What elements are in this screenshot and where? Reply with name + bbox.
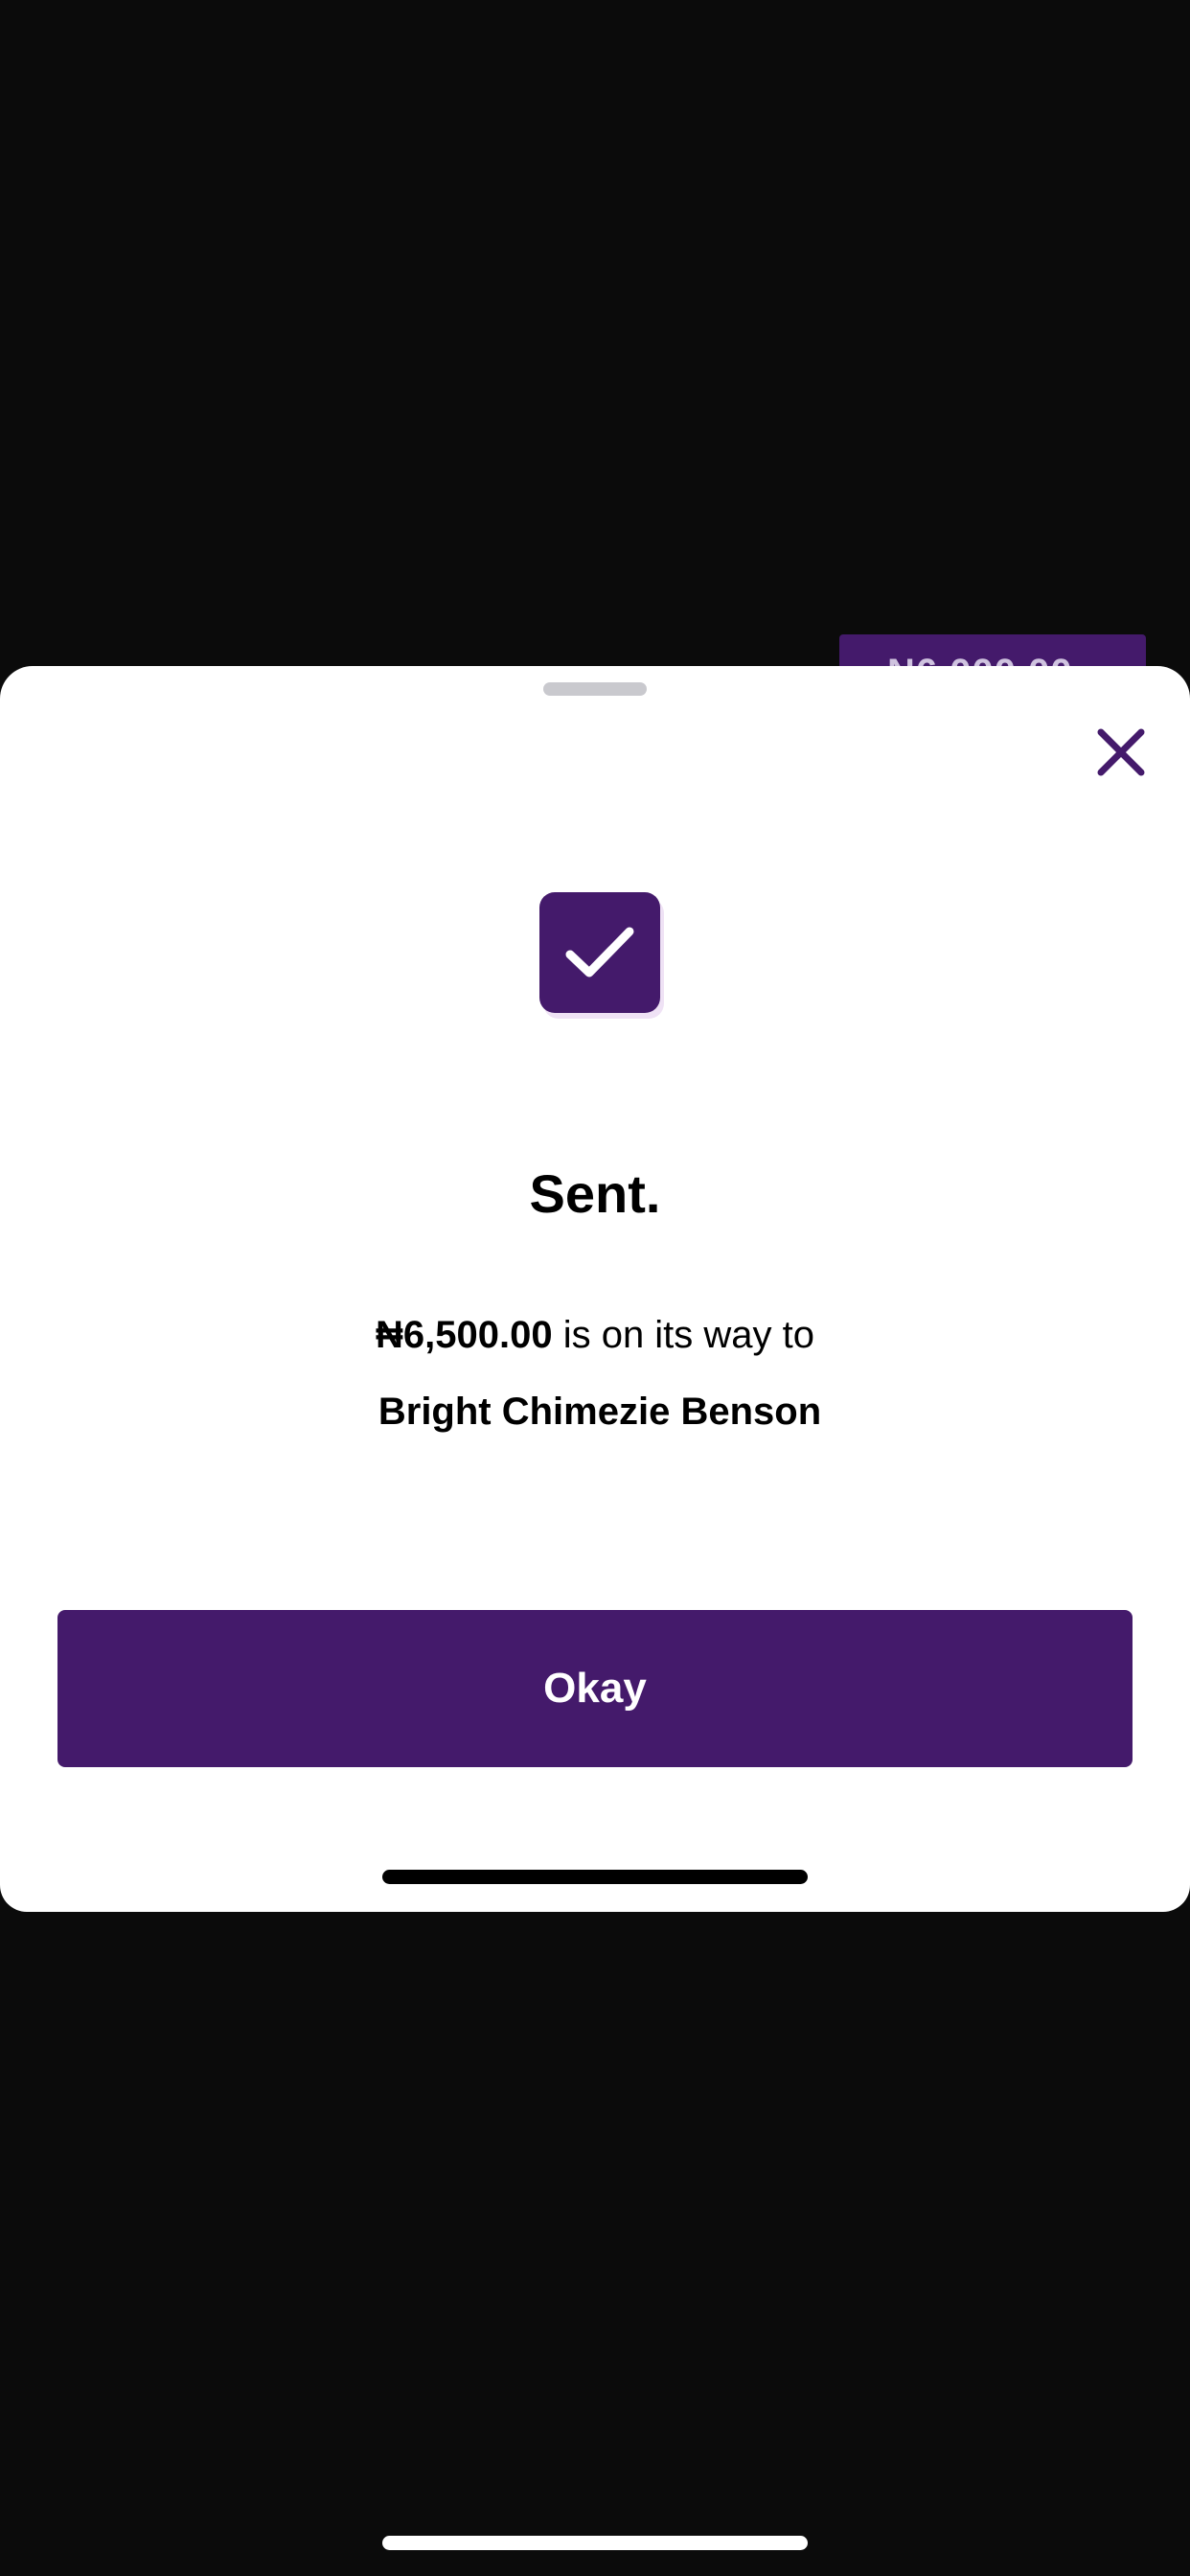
sheet-home-indicator: [382, 1870, 808, 1884]
okay-button[interactable]: Okay: [57, 1610, 1133, 1767]
checkmark-icon: [565, 927, 634, 978]
recipient-name: Bright Chimezie Benson: [378, 1391, 822, 1433]
close-icon: [1097, 728, 1145, 776]
success-badge: [539, 892, 660, 1013]
success-bottom-sheet: Sent. ₦6,500.00 is on its way to Bright …: [0, 666, 1190, 1912]
close-button[interactable]: [1083, 714, 1159, 791]
transfer-amount: ₦6,500.00: [375, 1314, 553, 1356]
transfer-message: ₦6,500.00 is on its way to: [0, 1314, 1190, 1357]
sheet-grabber-handle[interactable]: [543, 682, 647, 696]
success-title: Sent.: [529, 1163, 661, 1224]
transfer-message-text: is on its way to: [552, 1314, 815, 1356]
screen: ₦6,000.00 Sent. ₦6,500.00 is on its way …: [0, 0, 1190, 2576]
home-indicator[interactable]: [382, 2536, 808, 2550]
